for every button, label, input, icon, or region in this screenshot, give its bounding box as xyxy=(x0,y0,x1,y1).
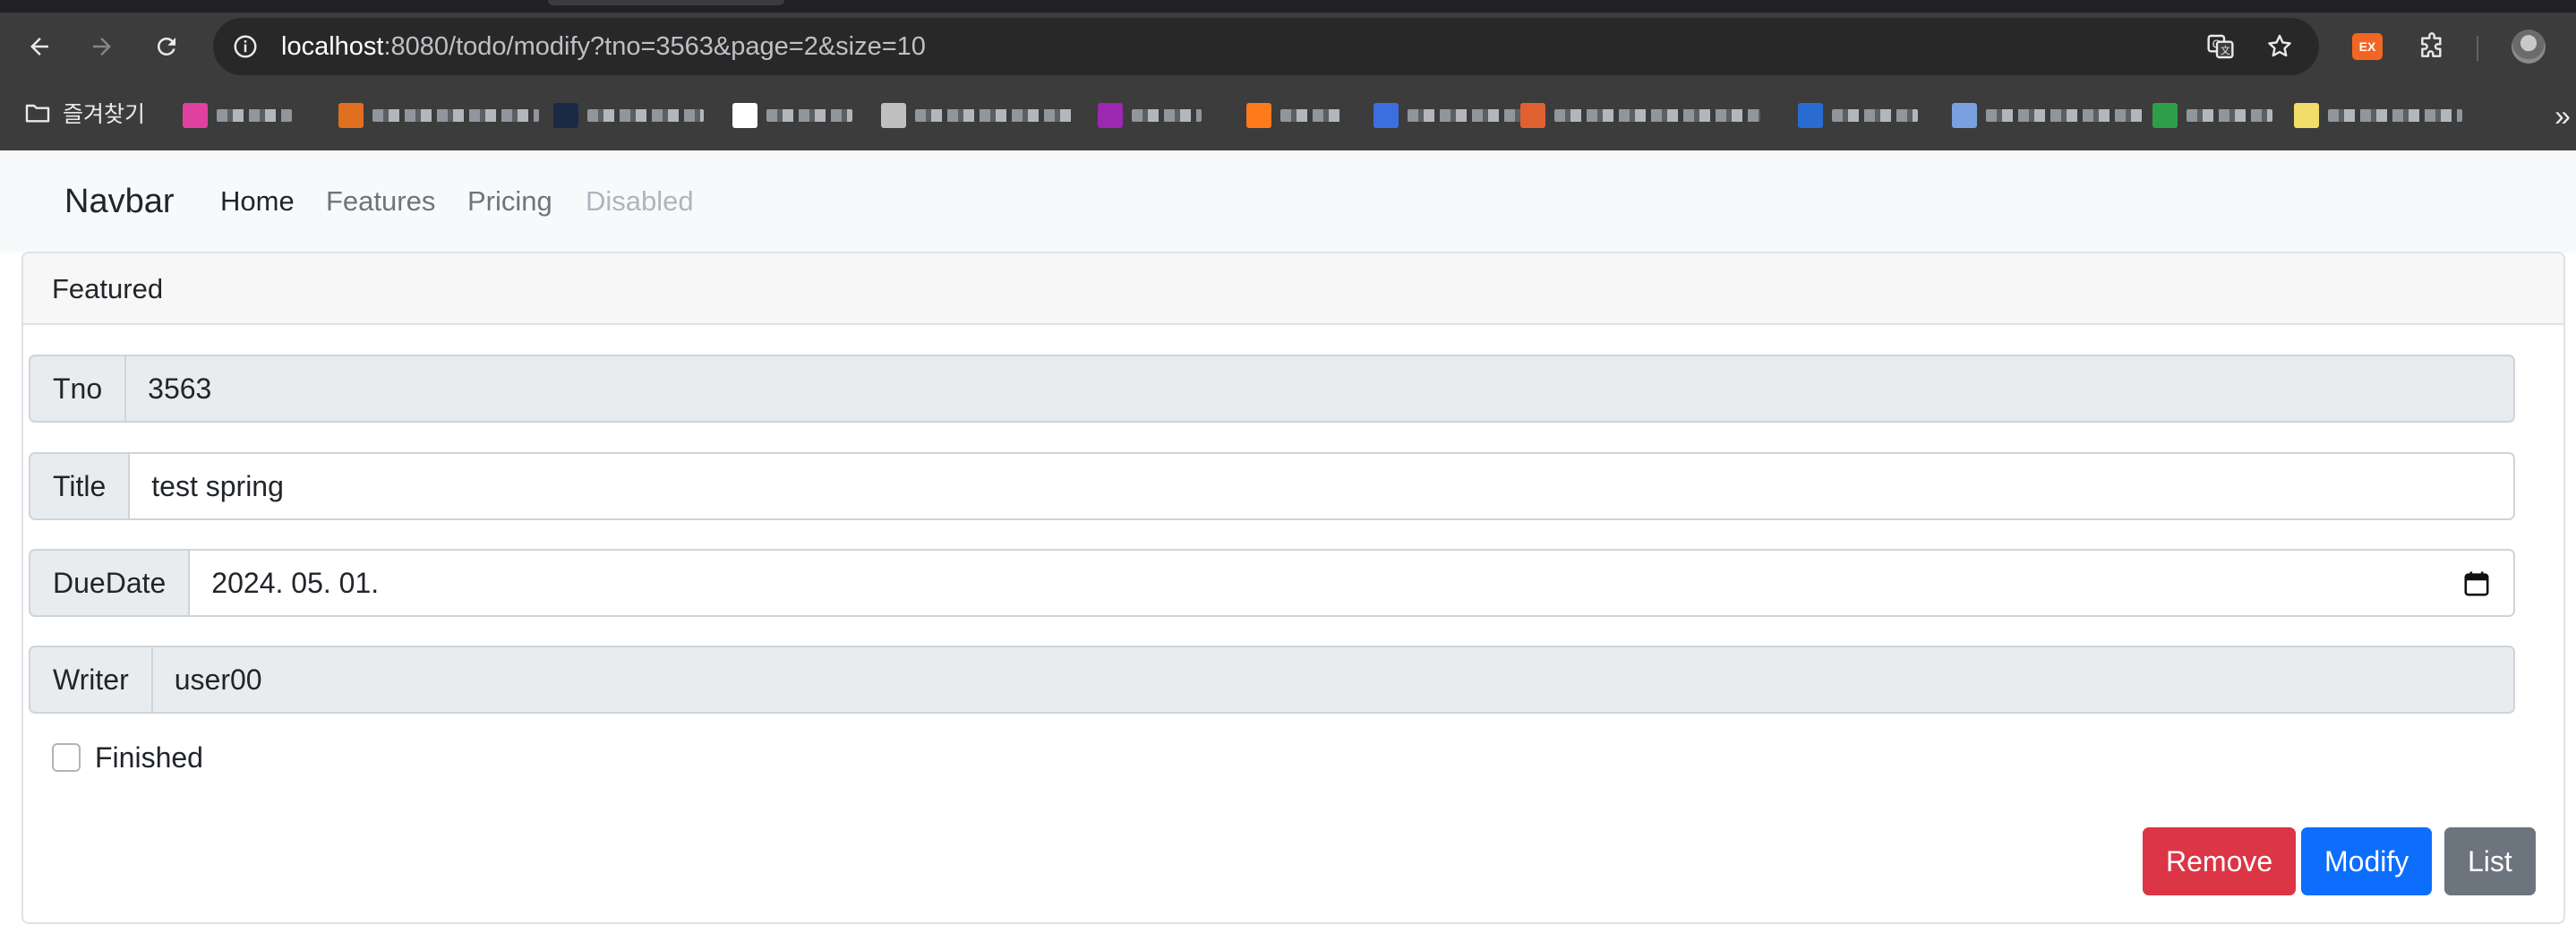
bookmark-label-redacted xyxy=(1132,109,1202,122)
bookmark-item[interactable] xyxy=(338,96,539,135)
translate-icon[interactable]: G文 xyxy=(2201,27,2240,66)
tno-label: Tno xyxy=(29,355,127,423)
folder-icon xyxy=(25,104,50,123)
arrow-right-icon xyxy=(93,38,111,56)
bookmark-item[interactable] xyxy=(1952,96,2147,135)
profile-avatar[interactable] xyxy=(2507,25,2550,68)
list-button[interactable]: List xyxy=(2444,827,2536,895)
bookmark-favicon-icon xyxy=(881,103,906,128)
toolbar-divider xyxy=(2477,36,2478,61)
extension-badge-icon: EX xyxy=(2352,33,2383,60)
bookmark-favicon-icon xyxy=(1374,103,1399,128)
address-bar[interactable]: localhost:8080/todo/modify?tno=3563&page… xyxy=(213,18,2319,75)
bookmark-item[interactable] xyxy=(553,96,704,135)
navbar: Navbar Home Features Pricing Disabled xyxy=(0,150,2576,253)
reload-icon xyxy=(157,37,175,56)
writer-input[interactable]: user00 xyxy=(152,646,2515,714)
bookmark-item[interactable] xyxy=(183,96,292,135)
nav-link-disabled: Disabled xyxy=(586,185,694,217)
bookmarks-folder[interactable]: 즐겨찾기 xyxy=(23,93,145,133)
bookmark-item[interactable] xyxy=(1374,96,1533,135)
bookmarks-bar: 즐겨찾기 » xyxy=(0,81,2576,150)
remove-button[interactable]: Remove xyxy=(2143,827,2297,895)
duedate-label: DueDate xyxy=(29,549,191,617)
bookmarks-overflow-icon[interactable]: » xyxy=(2549,96,2576,135)
bookmark-favicon-icon xyxy=(2294,103,2319,128)
navbar-brand[interactable]: Navbar xyxy=(64,150,175,253)
bookmark-favicon-icon xyxy=(1246,103,1271,128)
bookmark-label-redacted xyxy=(1280,109,1345,122)
url-host: localhost xyxy=(281,32,384,61)
modify-button[interactable]: Modify xyxy=(2301,827,2433,895)
duedate-field-group: DueDate 2024. 05. 01. xyxy=(29,549,2515,617)
bookmark-item[interactable] xyxy=(1520,96,1760,135)
puzzle-icon xyxy=(2421,32,2442,57)
nav-link-pricing[interactable]: Pricing xyxy=(467,150,552,253)
extension-button[interactable]: EX xyxy=(2346,25,2389,68)
calendar-icon[interactable] xyxy=(2463,570,2490,597)
duedate-input[interactable]: 2024. 05. 01. xyxy=(190,549,2515,617)
finished-checkbox[interactable] xyxy=(52,743,81,772)
bookmark-star-icon[interactable] xyxy=(2260,27,2299,66)
bookmark-label-redacted xyxy=(1554,109,1760,122)
title-field-group: Title test spring xyxy=(29,452,2515,520)
bookmark-label-redacted xyxy=(1408,109,1533,122)
nav-link-home[interactable]: Home xyxy=(220,150,295,253)
browser-toolbar: localhost:8080/todo/modify?tno=3563&page… xyxy=(0,13,2576,81)
tab-edge xyxy=(548,0,784,5)
browser-chrome: localhost:8080/todo/modify?tno=3563&page… xyxy=(0,0,2576,150)
finished-check-row: Finished xyxy=(52,740,203,775)
bookmark-item[interactable] xyxy=(2152,96,2272,135)
finished-label[interactable]: Finished xyxy=(95,741,203,775)
bookmark-label-redacted xyxy=(1986,109,2147,122)
tno-input[interactable]: 3563 xyxy=(126,355,2515,423)
svg-text:文: 文 xyxy=(2221,45,2230,56)
bookmark-favicon-icon xyxy=(732,103,757,128)
duedate-value: 2024. 05. 01. xyxy=(211,567,380,599)
url-text[interactable]: localhost:8080/todo/modify?tno=3563&page… xyxy=(281,18,926,75)
bookmark-label-redacted xyxy=(587,109,704,122)
bookmark-favicon-icon xyxy=(1520,103,1545,128)
nav-link-features[interactable]: Features xyxy=(326,150,435,253)
bookmark-label-redacted xyxy=(1832,109,1918,122)
page: Navbar Home Features Pricing Disabled Fe… xyxy=(0,150,2576,933)
bookmark-favicon-icon xyxy=(553,103,578,128)
site-info-icon[interactable] xyxy=(226,27,265,66)
bookmark-label-redacted xyxy=(2187,109,2272,122)
arrow-left-icon xyxy=(30,38,48,56)
forward-button[interactable] xyxy=(79,23,125,70)
title-input[interactable]: test spring xyxy=(130,452,2515,520)
tab-strip xyxy=(0,0,2576,13)
writer-label: Writer xyxy=(29,646,153,714)
bookmark-item[interactable] xyxy=(1798,96,1918,135)
back-button[interactable] xyxy=(16,23,63,70)
bookmark-item[interactable] xyxy=(1098,96,1202,135)
bookmark-favicon-icon xyxy=(2152,103,2178,128)
bookmark-label-redacted xyxy=(217,109,292,122)
bookmark-item[interactable] xyxy=(881,96,1073,135)
bookmark-item[interactable] xyxy=(2294,96,2462,135)
reload-button[interactable] xyxy=(143,23,190,70)
bookmarks-folder-label: 즐겨찾기 xyxy=(63,101,146,127)
extensions-button[interactable] xyxy=(2410,25,2453,68)
card-header: Featured xyxy=(23,253,2563,325)
bookmark-favicon-icon xyxy=(183,103,208,128)
bookmark-item[interactable] xyxy=(732,96,852,135)
url-path: :8080/todo/modify?tno=3563&page=2&size=1… xyxy=(383,32,926,61)
avatar xyxy=(2512,30,2546,64)
bookmark-favicon-icon xyxy=(1798,103,1823,128)
tno-field-group: Tno 3563 xyxy=(29,355,2515,423)
bookmark-label-redacted xyxy=(2328,109,2462,122)
bookmark-label-redacted xyxy=(766,109,852,122)
bookmark-label-redacted xyxy=(915,109,1073,122)
bookmark-favicon-icon xyxy=(1098,103,1123,128)
title-label: Title xyxy=(29,452,131,520)
bookmark-item[interactable] xyxy=(1246,96,1345,135)
writer-field-group: Writer user00 xyxy=(29,646,2515,714)
bookmark-favicon-icon xyxy=(1952,103,1977,128)
bookmark-favicon-icon xyxy=(338,103,364,128)
bookmark-label-redacted xyxy=(372,109,539,122)
